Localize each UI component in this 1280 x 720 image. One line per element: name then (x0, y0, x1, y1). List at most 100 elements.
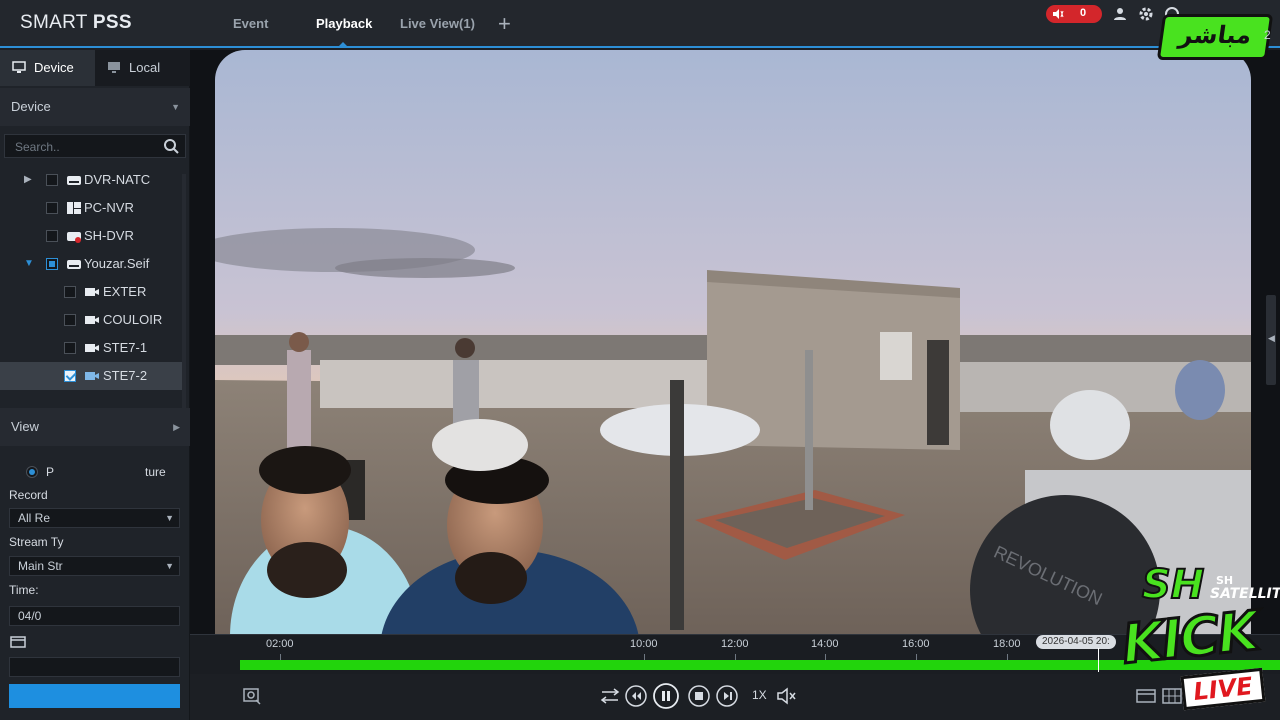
date-value: 04/0 (18, 609, 42, 623)
gear-icon[interactable] (1138, 6, 1154, 22)
chevron-left-icon: ◀ (1268, 333, 1275, 343)
tab-playback[interactable]: Playback (316, 16, 372, 31)
playback-mode-radio[interactable] (26, 466, 38, 478)
active-tab-indicator (338, 42, 348, 47)
tab-live-view[interactable]: Live View(1) (400, 16, 475, 31)
stream-type-select[interactable]: Main Str ▼ (9, 556, 180, 576)
tree-item-label: STE7-1 (103, 340, 148, 355)
camera-active-icon (85, 372, 99, 380)
device-icon (12, 61, 26, 73)
rewind-icon[interactable] (624, 684, 648, 708)
tree-item-sh-dvr[interactable]: SH-DVR (0, 222, 182, 250)
expand-arrow-icon[interactable]: ▶ (24, 166, 32, 194)
monitor-icon (108, 62, 120, 73)
tree-item-label: PC-NVR (84, 200, 134, 215)
tick-label: 14:00 (811, 638, 839, 650)
video-pane[interactable]: REVOLUTION ◀ (190, 50, 1280, 640)
search-input[interactable] (15, 138, 155, 156)
tree-checkbox[interactable] (64, 342, 76, 354)
record-type-select[interactable]: All Re ▼ (9, 508, 180, 528)
sidebar: Device Local Device ▼ ▶ DVR-NATC PC-NVR … (0, 50, 190, 720)
tree-item-label: SH-DVR (84, 228, 134, 243)
camera-icon (85, 288, 99, 296)
tick-label: 10:00 (630, 638, 658, 650)
stop-icon[interactable] (687, 684, 711, 708)
tree-item-label: Youzar.Seif (84, 256, 150, 271)
collapse-arrow-icon[interactable]: ▼ (24, 250, 34, 278)
tree-item-exter[interactable]: EXTER (0, 278, 182, 306)
tab-event[interactable]: Event (233, 16, 268, 31)
current-time-stamp: 2026-04-05 20: (1036, 635, 1116, 649)
tree-item-youzar-seif[interactable]: ▼ Youzar.Seif (0, 250, 182, 278)
tree-item-ste7-1[interactable]: STE7-1 (0, 334, 182, 362)
calendar-icon[interactable] (10, 636, 26, 648)
logo-kick: KICK (1118, 598, 1262, 678)
tree-item-couloir[interactable]: COULOIR (0, 306, 182, 334)
sidebar-tabs: Device Local (0, 50, 190, 86)
tree-checkbox[interactable] (64, 314, 76, 326)
camera-feed[interactable]: REVOLUTION (215, 50, 1251, 636)
app-brand: SMART PSS (20, 12, 132, 33)
time-field[interactable] (9, 657, 180, 677)
pause-icon[interactable] (652, 682, 680, 710)
radio-label-partial: P (46, 465, 55, 479)
chevron-down-icon: ▼ (171, 102, 180, 112)
camera-icon (85, 316, 99, 324)
stream-type-label: Stream Ty (9, 535, 64, 549)
stream-type-value: Main Str (18, 559, 63, 573)
add-tab-button[interactable]: + (498, 12, 511, 36)
record-type-value: All Re (18, 511, 51, 525)
channel-logo: SH SH SATELLITE KICK LIVE (1116, 554, 1280, 720)
tree-item-ste7-2[interactable]: STE7-2 (0, 362, 182, 390)
tab-local[interactable]: Local (95, 50, 190, 86)
tab-device[interactable]: Device (0, 50, 95, 86)
filter-icon[interactable] (598, 684, 622, 708)
tree-checkbox[interactable] (64, 370, 76, 382)
record-type-label: Record (9, 488, 48, 502)
tick-label: 16:00 (902, 638, 930, 650)
tick-label: 18:00 (993, 638, 1021, 650)
chevron-right-icon: ▶ (173, 422, 180, 432)
search-records-button[interactable] (9, 684, 180, 708)
next-frame-icon[interactable] (715, 684, 739, 708)
tree-checkbox[interactable] (46, 258, 58, 270)
tree-checkbox[interactable] (46, 202, 58, 214)
device-section-title: Device (11, 99, 51, 114)
tree-item-label: DVR-NATC (84, 172, 151, 187)
tree-checkbox[interactable] (46, 230, 58, 242)
tree-checkbox[interactable] (46, 174, 58, 186)
alarm-badge[interactable]: 0 (1046, 5, 1102, 23)
dvr-icon (67, 260, 81, 269)
search-icon[interactable] (163, 138, 179, 154)
live-badge-text: مباشر (1177, 21, 1254, 49)
date-field[interactable]: 04/0 (9, 606, 180, 626)
playhead[interactable] (1098, 648, 1099, 672)
user-icon[interactable] (1112, 6, 1128, 22)
tree-item-pc-nvr[interactable]: PC-NVR (0, 194, 182, 222)
device-section-header[interactable]: Device ▼ (0, 88, 190, 126)
device-search (4, 134, 186, 158)
chevron-down-icon: ▼ (165, 561, 174, 571)
tree-item-dvr-natc[interactable]: ▶ DVR-NATC (0, 166, 182, 194)
mute-icon[interactable] (774, 684, 798, 708)
nvr-icon (67, 202, 81, 214)
dvr-icon (67, 176, 81, 185)
tab-device-label: Device (34, 60, 74, 75)
camera-icon (85, 344, 99, 352)
logo-sh: SH (1141, 561, 1205, 609)
dvr-offline-icon (67, 232, 81, 243)
time-label: Time: (9, 583, 39, 597)
tree-item-label: EXTER (103, 284, 147, 299)
tree-scrollbar[interactable] (182, 174, 186, 434)
tree-checkbox[interactable] (64, 286, 76, 298)
chevron-down-icon: ▼ (165, 513, 174, 523)
tab-local-label: Local (129, 60, 161, 75)
video-side-handle[interactable]: ◀ (1266, 295, 1276, 385)
tick-label: 12:00 (721, 638, 749, 650)
view-section-header[interactable]: View ▶ (0, 408, 190, 446)
playback-speed[interactable]: 1X (752, 688, 767, 702)
alarm-count: 0 (1080, 7, 1087, 19)
window-edge-text: 2 (1264, 28, 1271, 42)
tree-item-label: STE7-2 (103, 368, 148, 383)
snapshot-icon[interactable] (240, 684, 264, 708)
